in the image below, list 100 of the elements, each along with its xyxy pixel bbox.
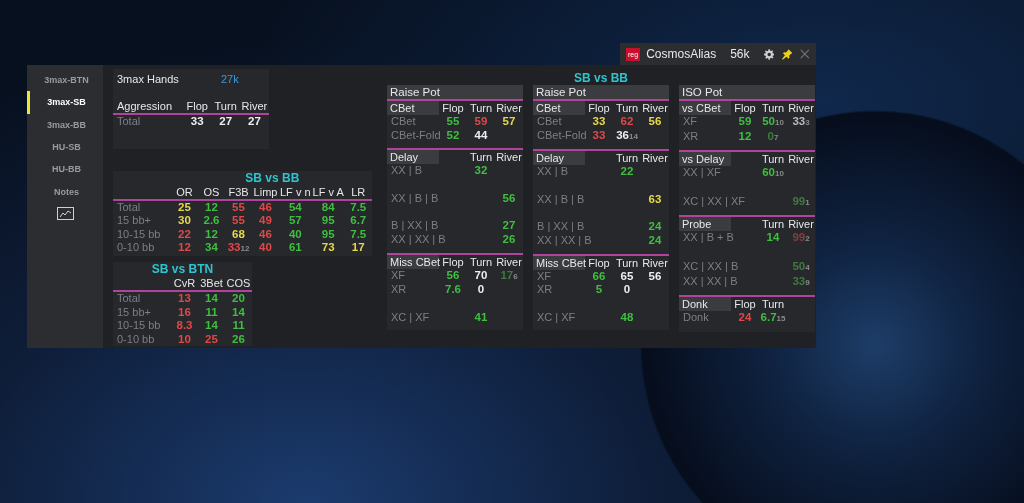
- column-header: LF v n: [280, 185, 311, 198]
- sidebar-tab[interactable]: 3max-BTN: [27, 69, 103, 92]
- stat-value: 14: [232, 305, 245, 318]
- column-header: Flop: [734, 102, 756, 114]
- stat-value: 17: [500, 268, 514, 281]
- row-label: XX | B | B: [391, 191, 439, 204]
- stat-value: 57: [502, 115, 516, 127]
- stat-value: 56: [648, 269, 662, 282]
- stat-value: 7.6: [445, 283, 461, 296]
- hand-count: 56k: [730, 47, 750, 61]
- column-header: River: [642, 152, 668, 165]
- stat-value: 13: [178, 291, 191, 304]
- sample-count: 7: [773, 132, 779, 142]
- stat-value: 12: [178, 241, 191, 254]
- stat-value: 10: [178, 332, 191, 345]
- sidebar-tab[interactable]: Notes: [27, 180, 103, 203]
- section-title: SB vs BB: [244, 170, 301, 185]
- column-header: Turn: [761, 153, 785, 166]
- column-header: LR: [351, 185, 366, 198]
- table-title: vs CBet: [679, 101, 731, 115]
- stat-value: 55: [232, 200, 245, 213]
- stat-value: 6.7: [350, 214, 367, 227]
- row-label: CBet-Fold: [537, 128, 587, 141]
- sample-count: 10: [774, 169, 784, 179]
- row-label: 0-10 bb: [117, 241, 155, 254]
- stat-value: 0: [477, 283, 485, 296]
- stat-value: 55: [232, 214, 245, 227]
- stat-value: 0: [767, 129, 774, 142]
- stat-value: 59: [474, 115, 488, 127]
- stat-value: 33: [227, 241, 241, 254]
- column-header: River: [496, 102, 522, 114]
- stat-value: 24: [648, 220, 662, 233]
- stat-value: 52: [446, 128, 460, 141]
- stat-value: 55: [446, 115, 460, 127]
- stat-value: 12: [205, 227, 218, 240]
- settings-icon[interactable]: [763, 47, 774, 61]
- stat-value: 14: [205, 291, 218, 304]
- row-label: CBet-Fold: [391, 128, 441, 141]
- stat-value: 25: [178, 200, 191, 213]
- sidebar-tab[interactable]: HU-SB: [27, 135, 103, 159]
- column-header: OR: [176, 185, 193, 198]
- stat-value: 36: [616, 128, 629, 141]
- stat-value: 95: [321, 227, 335, 240]
- graph-icon[interactable]: [56, 206, 74, 220]
- stat-value: 46: [259, 227, 272, 240]
- stat-value: 12: [738, 129, 752, 142]
- row-label: 0-10 bb: [117, 332, 155, 345]
- stat-value: 14: [205, 319, 218, 332]
- sample-count: 6: [513, 271, 518, 281]
- column-header: LF v A: [312, 185, 344, 198]
- stat-value: 48: [620, 310, 634, 323]
- stat-value: 95: [321, 214, 335, 227]
- row-label: Total: [117, 200, 141, 213]
- stat-value: 2.6: [203, 214, 220, 227]
- column-header: COS: [226, 276, 251, 289]
- row-label: XX | XX | B: [391, 232, 446, 245]
- row-label: Donk: [683, 311, 709, 324]
- row-label: Total: [117, 291, 141, 304]
- close-icon[interactable]: [800, 48, 810, 60]
- stat-value: 14: [766, 231, 780, 244]
- table-title: Delay: [387, 150, 439, 165]
- stat-value: 56: [502, 191, 516, 204]
- stat-value: 17: [351, 241, 365, 254]
- sample-count: 10: [774, 118, 784, 127]
- sample-count: 12: [240, 244, 250, 254]
- stat-value: 62: [620, 115, 634, 127]
- column-header: Flop: [734, 298, 756, 311]
- stat-value: 30: [178, 214, 191, 227]
- column-header: Turn: [615, 152, 639, 165]
- row-label: XX | XF: [683, 166, 721, 179]
- stat-value: 99: [792, 194, 806, 207]
- pin-icon[interactable]: [781, 47, 793, 61]
- stat-value: 22: [620, 165, 634, 178]
- stat-value: 24: [648, 233, 662, 246]
- table-title: Probe: [679, 217, 731, 232]
- column-header: Turn: [615, 256, 639, 269]
- column-header: Limp: [253, 185, 278, 198]
- column-header: 3Bet: [200, 276, 223, 289]
- row-label: XR: [683, 129, 699, 142]
- stat-value: 26: [502, 232, 516, 245]
- pot-heading: ISO Pot: [679, 85, 815, 101]
- sample-count: 4: [805, 262, 810, 272]
- table-title: CBet: [533, 101, 585, 115]
- stat-value: 25: [205, 332, 218, 345]
- sidebar-tab[interactable]: HU-BB: [27, 158, 103, 181]
- sidebar-tab[interactable]: 3max-BB: [27, 113, 103, 136]
- row-label: XR: [391, 283, 407, 296]
- stat-value: 32: [474, 164, 488, 177]
- stat-value: 50: [792, 259, 806, 272]
- row-label: XF: [391, 268, 406, 281]
- stat-value: 33: [190, 115, 204, 127]
- row-label: XX | B + B: [683, 231, 734, 244]
- stat-value: 7.5: [350, 200, 367, 213]
- row-label: 10-15 bb: [117, 319, 161, 332]
- sidebar-tab[interactable]: 3max-SB: [27, 91, 103, 114]
- row-label: CBet: [391, 115, 416, 127]
- stat-value: 99: [792, 231, 806, 244]
- column-header: Flop: [442, 102, 464, 114]
- stat-value: 50: [762, 115, 775, 127]
- stat-value: 60: [762, 166, 775, 179]
